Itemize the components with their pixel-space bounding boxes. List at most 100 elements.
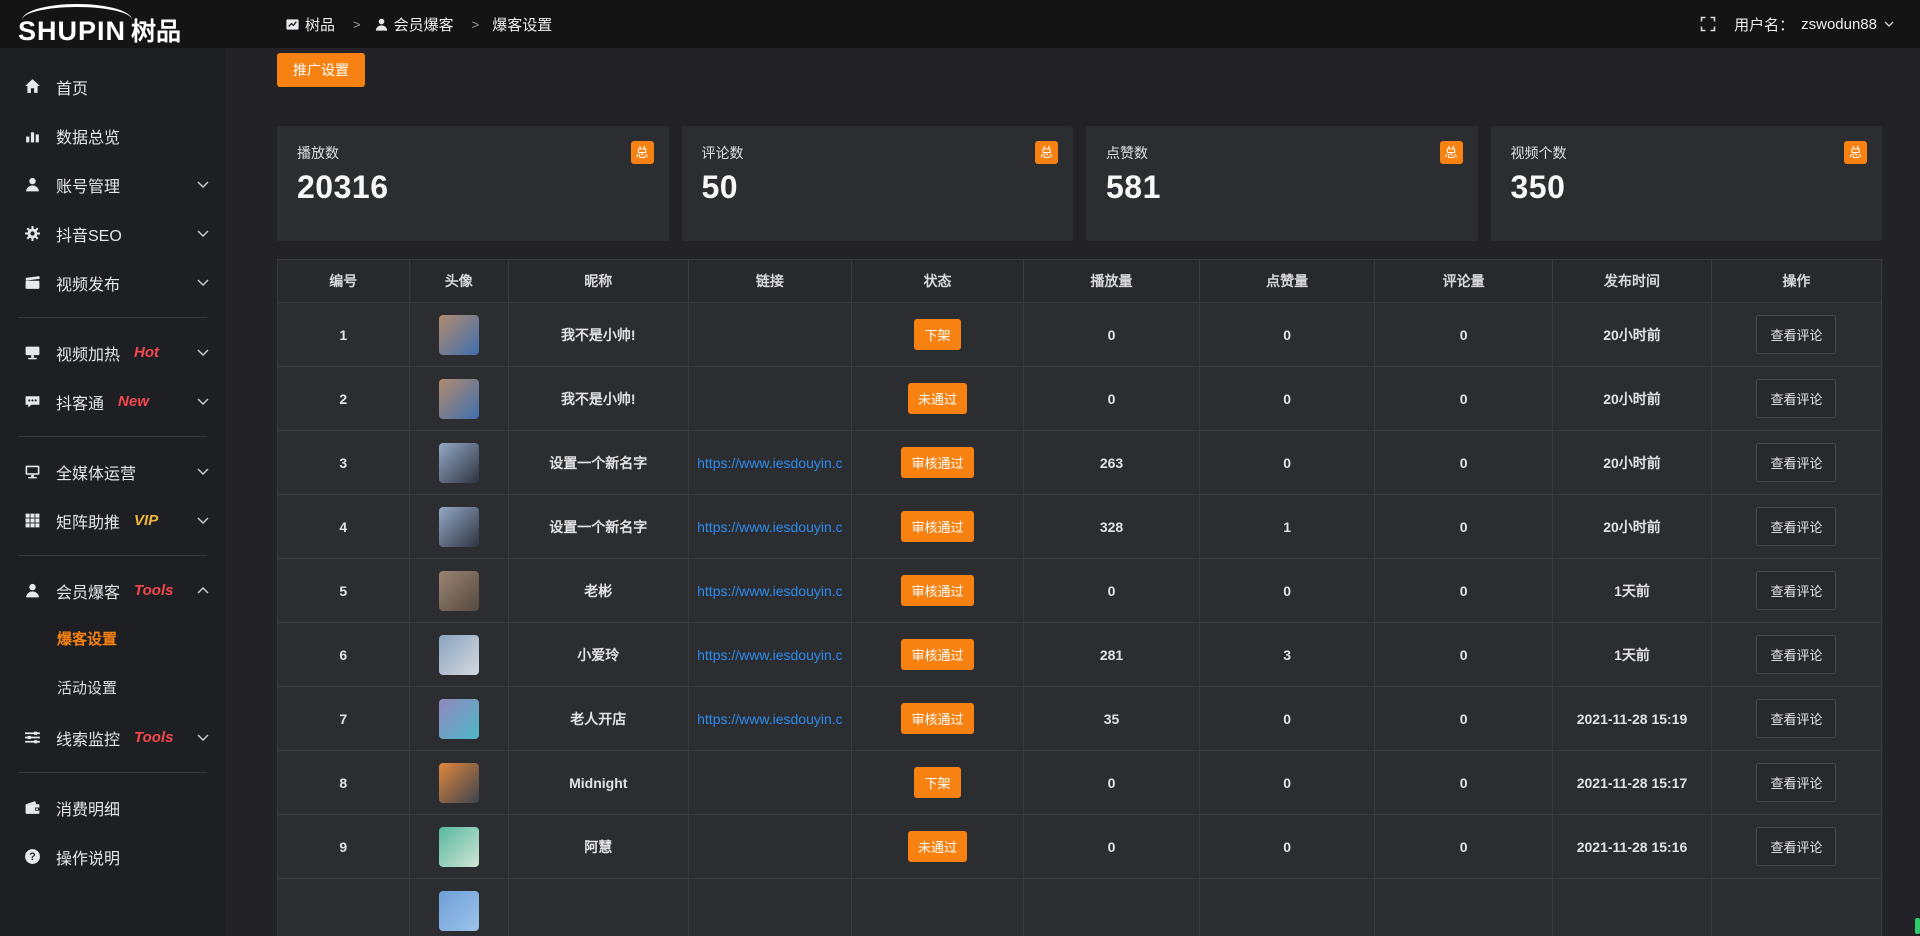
sidebar-divider xyxy=(18,436,207,437)
stat-label: 视频个数 xyxy=(1511,143,1863,163)
cell-status xyxy=(852,879,1024,936)
sidebar-item-抖音SEO[interactable]: 抖音SEO xyxy=(0,209,225,258)
breadcrumb-item[interactable]: 树品> xyxy=(285,14,374,35)
cell-action: 查看评论 xyxy=(1711,431,1881,495)
cell-id: 1 xyxy=(278,303,410,367)
avatar xyxy=(439,699,479,739)
view-comments-button[interactable]: 查看评论 xyxy=(1756,699,1836,738)
sidebar-item-消费明细[interactable]: 消费明细 xyxy=(0,783,225,832)
sliders-icon xyxy=(22,729,42,746)
column-header-编号: 编号 xyxy=(278,260,410,303)
chevron-down-icon xyxy=(1884,21,1894,27)
stat-card-点赞数: 点赞数581总 xyxy=(1086,126,1478,241)
view-comments-button[interactable]: 查看评论 xyxy=(1756,571,1836,610)
view-comments-button[interactable]: 查看评论 xyxy=(1756,827,1836,866)
gear-icon xyxy=(22,225,42,242)
grid-icon xyxy=(22,512,42,529)
sidebar-item-操作说明[interactable]: ?操作说明 xyxy=(0,832,225,881)
sidebar-item-抖客通[interactable]: 抖客通New xyxy=(0,377,225,426)
sidebar-item-全媒体运营[interactable]: 全媒体运营 xyxy=(0,447,225,496)
column-header-头像: 头像 xyxy=(409,260,508,303)
sidebar-item-label: 视频加热 xyxy=(56,341,120,365)
sidebar-item-账号管理[interactable]: 账号管理 xyxy=(0,160,225,209)
stat-card-评论数: 评论数50总 xyxy=(682,126,1074,241)
column-header-评论量: 评论量 xyxy=(1375,260,1553,303)
sidebar-item-视频加热[interactable]: 视频加热Hot xyxy=(0,328,225,377)
sidebar-item-线索监控[interactable]: 线索监控Tools xyxy=(0,713,225,762)
avatar xyxy=(439,571,479,611)
cell-avatar xyxy=(409,815,508,879)
sidebar-item-label: 操作说明 xyxy=(56,845,120,869)
view-comments-button[interactable]: 查看评论 xyxy=(1756,443,1836,482)
cell-nickname: 我不是小帅! xyxy=(508,303,688,367)
cell-time: 1天前 xyxy=(1553,623,1712,687)
sidebar-item-视频发布[interactable]: 视频发布 xyxy=(0,258,225,307)
cell-plays: 328 xyxy=(1023,495,1199,559)
sidebar-item-首页[interactable]: 首页 xyxy=(0,62,225,111)
cell-comments: 0 xyxy=(1375,303,1553,367)
topbar-right: 用户名：zswodun88 xyxy=(1700,14,1920,35)
sidebar-item-矩阵助推[interactable]: 矩阵助推VIP xyxy=(0,496,225,545)
column-header-点赞量: 点赞量 xyxy=(1200,260,1375,303)
chevron-down-icon xyxy=(197,279,209,286)
column-header-操作: 操作 xyxy=(1711,260,1881,303)
sidebar-subitem-爆客设置[interactable]: 爆客设置 xyxy=(0,615,225,664)
cell-plays: 0 xyxy=(1023,815,1199,879)
video-link[interactable]: https://www.iesdouyin.c xyxy=(697,711,843,727)
breadcrumb-label: 爆客设置 xyxy=(492,14,552,35)
view-comments-button[interactable]: 查看评论 xyxy=(1756,315,1836,354)
monitor-icon xyxy=(22,463,42,480)
cell-time: 20小时前 xyxy=(1553,303,1712,367)
scrollbar-thumb[interactable] xyxy=(1915,918,1920,934)
cell-nickname: Midnight xyxy=(508,751,688,815)
sidebar-item-label: 抖音SEO xyxy=(56,222,122,246)
cell-id: 9 xyxy=(278,815,410,879)
cell-link: https://www.iesdouyin.c xyxy=(688,687,852,751)
cell-status: 下架 xyxy=(852,751,1024,815)
table-row: 1我不是小帅!下架00020小时前查看评论 xyxy=(278,303,1882,367)
view-comments-button[interactable]: 查看评论 xyxy=(1756,635,1836,674)
cell-time: 20小时前 xyxy=(1553,495,1712,559)
sidebar-item-label: 视频发布 xyxy=(56,271,120,295)
cell-status: 审核通过 xyxy=(852,559,1024,623)
avatar xyxy=(439,379,479,419)
promo-settings-button[interactable]: 推广设置 xyxy=(277,53,365,87)
cell-likes xyxy=(1200,879,1375,936)
sidebar-subitem-活动设置[interactable]: 活动设置 xyxy=(0,664,225,713)
cell-comments: 0 xyxy=(1375,623,1553,687)
chevron-down-icon xyxy=(197,230,209,237)
video-link[interactable]: https://www.iesdouyin.c xyxy=(697,583,843,599)
breadcrumb-label: 会员爆客 xyxy=(394,14,454,35)
breadcrumb-separator: > xyxy=(472,17,480,32)
screen-icon xyxy=(22,344,42,361)
cell-avatar xyxy=(409,751,508,815)
chevron-up-icon xyxy=(197,587,209,594)
sidebar-tag-vip: VIP xyxy=(134,512,158,529)
dashboard-icon xyxy=(285,17,300,32)
cell-link xyxy=(688,367,852,431)
cell-link: https://www.iesdouyin.c xyxy=(688,559,852,623)
cell-time: 1天前 xyxy=(1553,559,1712,623)
video-link[interactable]: https://www.iesdouyin.c xyxy=(697,519,843,535)
scrollbar-track[interactable] xyxy=(1914,48,1920,936)
cell-avatar xyxy=(409,431,508,495)
cell-nickname: 设置一个新名字 xyxy=(508,431,688,495)
view-comments-button[interactable]: 查看评论 xyxy=(1756,763,1836,802)
table-row-partial xyxy=(278,879,1882,936)
status-badge: 审核通过 xyxy=(901,447,973,478)
video-link[interactable]: https://www.iesdouyin.c xyxy=(697,647,843,663)
view-comments-button[interactable]: 查看评论 xyxy=(1756,379,1836,418)
member-icon xyxy=(22,582,42,599)
video-link[interactable]: https://www.iesdouyin.c xyxy=(697,455,843,471)
view-comments-button[interactable]: 查看评论 xyxy=(1756,507,1836,546)
cell-nickname xyxy=(508,879,688,936)
breadcrumb-item[interactable]: 会员爆客 > xyxy=(374,14,493,35)
user-menu[interactable]: 用户名：zswodun88 xyxy=(1734,14,1894,35)
sidebar-item-数据总览[interactable]: 数据总览 xyxy=(0,111,225,160)
sidebar-item-label: 抖客通 xyxy=(56,390,104,414)
fullscreen-icon[interactable] xyxy=(1700,16,1716,32)
breadcrumb-separator: > xyxy=(353,17,361,32)
sidebar-item-会员爆客[interactable]: 会员爆客Tools xyxy=(0,566,225,615)
breadcrumb-item[interactable]: 爆客设置 xyxy=(492,14,552,35)
sidebar-item-label: 消费明细 xyxy=(56,796,120,820)
